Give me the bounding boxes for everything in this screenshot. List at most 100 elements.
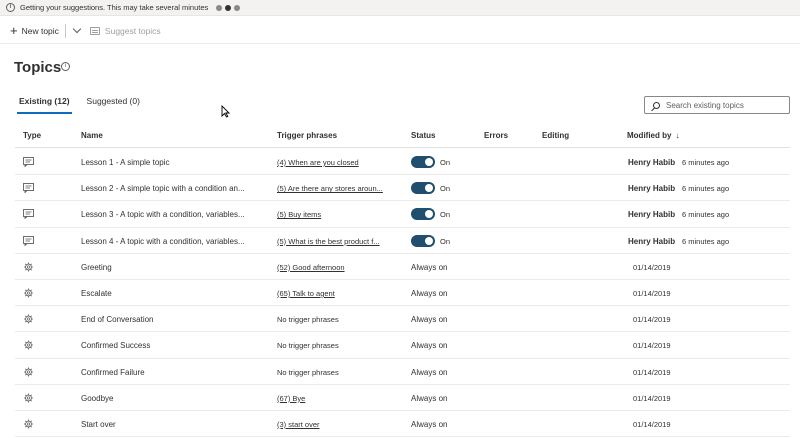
chevron-down-icon[interactable] [72, 24, 82, 34]
topic-name[interactable]: Lesson 3 - A topic with a condition, var… [81, 210, 245, 219]
system-gear-icon [23, 288, 34, 298]
trigger-phrases-text: No trigger phrases [277, 315, 339, 325]
trigger-phrases-text: No trigger phrases [277, 367, 339, 377]
column-header-errors[interactable]: Errors [484, 131, 508, 140]
status-label: On [440, 210, 451, 220]
modified-time: 01/14/2019 [633, 393, 671, 403]
topic-name[interactable]: Escalate [81, 289, 112, 298]
chat-icon [23, 183, 34, 194]
modified-time: 01/14/2019 [633, 315, 671, 325]
modified-by-name: Henry Habib [628, 184, 676, 194]
chat-icon [23, 209, 34, 220]
topics-table: Lesson 1 - A simple topic (4) When are y… [15, 149, 790, 438]
modified-by-name: Henry Habib [628, 236, 676, 246]
system-gear-icon [23, 340, 34, 350]
info-icon: i [6, 3, 15, 12]
column-header-modified-by[interactable]: Modified by ↓ [627, 131, 679, 140]
search-icon [653, 101, 660, 109]
system-gear-icon [23, 419, 34, 429]
suggestions-banner: i Getting your suggestions. This may tak… [0, 0, 800, 16]
trigger-phrases-link[interactable]: (65) Talk to agent [277, 289, 335, 298]
column-header-trigger[interactable]: Trigger phrases [277, 131, 337, 140]
trigger-phrases-link[interactable]: (5) Buy items [277, 210, 321, 219]
table-row[interactable]: Start over (3) start over Always on 01/1… [15, 411, 790, 438]
table-row[interactable]: Goodbye (67) Bye Always on 01/14/2019 [15, 385, 790, 411]
modified-time: 6 minutes ago [682, 236, 730, 246]
loading-dot [216, 4, 223, 11]
system-gear-icon [23, 262, 34, 272]
table-row[interactable]: Confirmed Success No trigger phrases Alw… [15, 332, 790, 359]
toolbar-divider [64, 23, 66, 38]
search-box[interactable] [644, 96, 790, 114]
topic-name[interactable]: Greeting [81, 263, 112, 272]
status-text: Always on [411, 341, 448, 351]
table-row[interactable]: Lesson 1 - A simple topic (4) When are y… [15, 149, 790, 176]
loading-dot [225, 4, 232, 11]
column-header-type[interactable]: Type [23, 131, 41, 140]
topic-name[interactable]: Confirmed Success [81, 341, 150, 350]
trigger-phrases-link[interactable]: (52) Good afternoon [277, 263, 345, 272]
table-row[interactable]: Lesson 3 - A topic with a condition, var… [15, 201, 790, 228]
modified-time: 6 minutes ago [682, 184, 730, 194]
suggest-icon [89, 26, 100, 35]
column-header-status[interactable]: Status [411, 131, 435, 140]
modified-by-name: Henry Habib [628, 210, 676, 220]
suggest-topics-button[interactable]: Suggest topics [89, 25, 161, 36]
search-input[interactable] [666, 100, 786, 110]
status-toggle[interactable] [411, 234, 435, 247]
table-row[interactable]: Lesson 2 - A simple topic with a conditi… [15, 175, 790, 202]
tab-existing[interactable]: Existing (12) [17, 96, 72, 114]
topic-name[interactable]: Lesson 1 - A simple topic [81, 158, 170, 167]
table-row[interactable]: Escalate (65) Talk to agent Always on 01… [15, 280, 790, 307]
column-header-name[interactable]: Name [81, 131, 103, 140]
system-gear-icon [23, 314, 34, 324]
modified-time: 01/14/2019 [633, 262, 671, 272]
table-row[interactable]: Greeting (52) Good afternoon Always on 0… [15, 254, 790, 280]
info-icon[interactable]: i [61, 62, 70, 71]
table-row[interactable]: Confirmed Failure No trigger phrases Alw… [15, 359, 790, 385]
loading-dot [234, 4, 241, 11]
status-toggle[interactable] [411, 182, 435, 195]
status-toggle[interactable] [411, 208, 435, 221]
plus-icon: + [10, 22, 18, 38]
system-gear-icon [23, 393, 34, 403]
trigger-phrases-link[interactable]: (5) What is the best product f... [277, 237, 380, 246]
status-label: On [440, 184, 451, 194]
status-label: On [440, 158, 451, 167]
new-topic-label: New topic [21, 25, 59, 36]
modified-time: 6 minutes ago [682, 158, 730, 167]
loading-dots [216, 4, 243, 11]
table-header: Type Name Trigger phrases Status Errors … [15, 122, 790, 148]
table-row[interactable]: Lesson 4 - A topic with a condition, var… [15, 228, 790, 254]
topic-name[interactable]: Confirmed Failure [81, 368, 145, 377]
trigger-phrases-link[interactable]: (67) Bye [277, 394, 305, 403]
topic-name[interactable]: End of Conversation [81, 315, 154, 324]
chat-icon [23, 157, 34, 167]
suggest-topics-label: Suggest topics [104, 25, 161, 36]
status-toggle[interactable] [411, 156, 435, 168]
tab-suggested[interactable]: Suggested (0) [87, 96, 140, 114]
system-gear-icon [23, 366, 34, 377]
trigger-phrases-link[interactable]: (4) When are you closed [277, 158, 359, 167]
modified-time: 01/14/2019 [633, 288, 671, 298]
table-row[interactable]: End of Conversation No trigger phrases A… [15, 306, 790, 333]
modified-time: 01/14/2019 [633, 419, 671, 429]
status-text: Always on [411, 419, 448, 429]
trigger-phrases-link[interactable]: (5) Are there any stores aroun... [277, 184, 383, 193]
new-topic-button[interactable]: + New topic [10, 22, 59, 38]
trigger-phrases-link[interactable]: (3) start over [277, 420, 320, 429]
column-header-editing[interactable]: Editing [542, 131, 569, 140]
topic-name[interactable]: Lesson 2 - A simple topic with a conditi… [81, 184, 245, 193]
status-text: Always on [411, 262, 448, 272]
topic-tabs: Existing (12) Suggested (0) [17, 96, 157, 114]
status-text: Always on [411, 288, 448, 298]
page-title: Topics [14, 59, 62, 76]
topic-name[interactable]: Start over [81, 420, 116, 429]
chat-icon [23, 235, 34, 246]
modified-time: 6 minutes ago [682, 210, 730, 220]
topic-name[interactable]: Goodbye [81, 394, 113, 403]
modified-time: 01/14/2019 [633, 367, 671, 377]
topic-name[interactable]: Lesson 4 - A topic with a condition, var… [81, 237, 245, 246]
trigger-phrases-text: No trigger phrases [277, 341, 339, 351]
modified-by-label: Modified by [627, 131, 672, 140]
